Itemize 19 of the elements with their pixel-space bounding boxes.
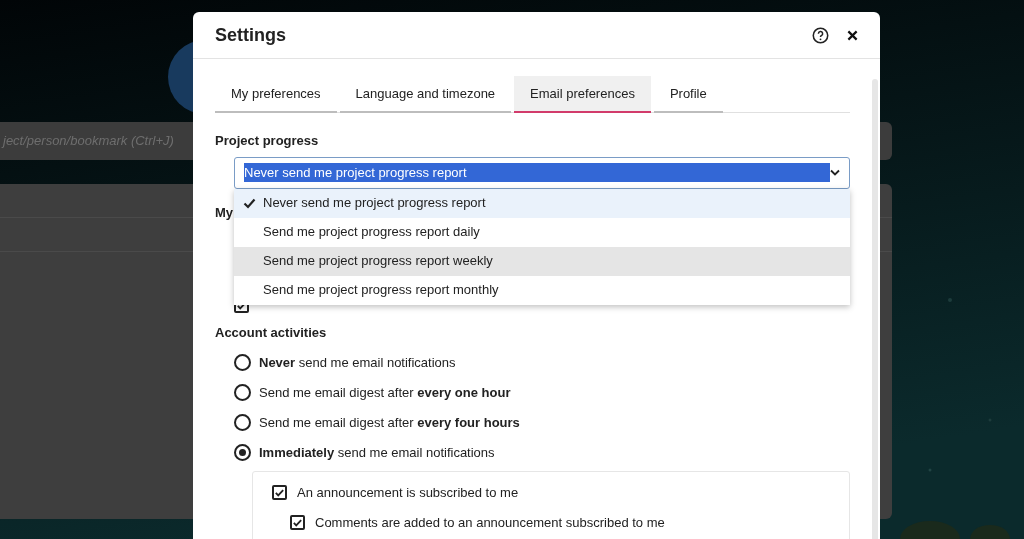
section-heading: Project progress <box>215 132 320 150</box>
radio-label: Send me email digest after every one hour <box>259 383 511 402</box>
tab[interactable]: Email preferences <box>514 76 651 113</box>
section-heading: Account activities <box>215 324 328 342</box>
dropdown-option[interactable]: Send me project progress report monthly <box>234 275 850 305</box>
checkbox-label: Comments are added to an announcement subscribed to me <box>315 513 665 532</box>
section-heading: My <box>215 203 234 222</box>
tab[interactable]: Profile <box>653 76 723 113</box>
checkbox-label: An announcement is subscribed to me <box>297 483 519 502</box>
tab[interactable]: Language and timezone <box>339 76 512 113</box>
radio-label: Never send me email notifications <box>259 353 456 372</box>
tab[interactable]: My preferences <box>215 76 337 113</box>
dropdown-option[interactable]: Send me project progress report daily <box>234 217 850 247</box>
dialog-title: Settings <box>215 23 287 47</box>
dropdown-option[interactable]: Send me project progress report weekly <box>234 246 850 276</box>
radio-label: Immediately send me email notifications <box>259 443 495 462</box>
dropdown-option[interactable]: Never send me project progress report <box>234 188 850 218</box>
progress-select[interactable]: Never send me project progress report <box>234 156 850 189</box>
radio-label: Send me email digest after every four hours <box>259 413 520 432</box>
